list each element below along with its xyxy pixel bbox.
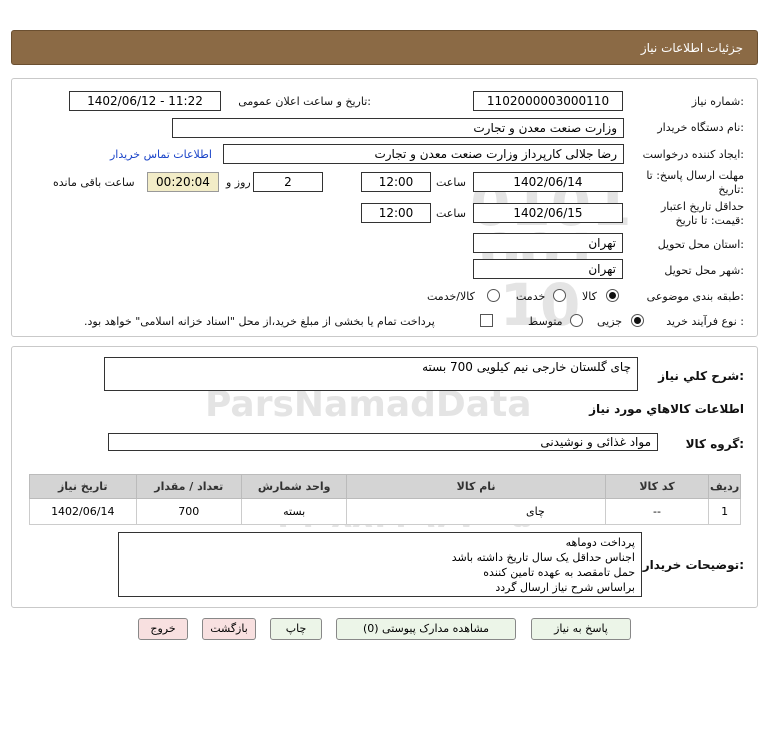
cell-row: 1 xyxy=(708,498,741,525)
items-table-header-row: ردیف کد کالا نام کالا واحد شمارش تعداد /… xyxy=(29,474,741,499)
reply-deadline-label: مهلت ارسال پاسخ: تا تاریخ: xyxy=(646,169,744,196)
category-option-goods: کالا xyxy=(582,290,597,303)
requester-field: رضا جلالی کارپرداز وزارت صنعت معدن و تجا… xyxy=(223,144,624,164)
items-section-title: اطلاعات کالاهاي مورد نياز xyxy=(589,402,744,416)
validity-date-field: 1402/06/15 xyxy=(473,203,623,223)
buyer-contact-link[interactable]: اطلاعات تماس خریدار xyxy=(110,148,212,161)
cell-name: چای xyxy=(346,498,606,525)
category-label: طبقه بندی موضوعی: xyxy=(646,290,744,303)
print-button[interactable]: چاپ xyxy=(270,618,322,640)
col-header-date: تاریخ نیاز xyxy=(29,474,137,499)
cell-date: 1402/06/14 xyxy=(29,498,137,525)
process-radio-medium[interactable] xyxy=(570,314,583,327)
col-header-code: کد کالا xyxy=(604,474,710,499)
validity-label: حداقل تاریخ اعتبار قیمت: تا تاریخ: xyxy=(660,200,744,227)
requester-label: ایجاد کننده درخواست: xyxy=(642,148,744,161)
items-table: ردیف کد کالا نام کالا واحد شمارش تعداد /… xyxy=(29,474,741,525)
buyer-note-line: براساس شرح نیاز ارسال گردد xyxy=(495,581,635,594)
buyer-note-line: پرداخت دوماهه xyxy=(565,536,635,549)
back-button[interactable]: بازگشت xyxy=(202,618,256,640)
validity-time-field: 12:00 xyxy=(361,203,431,223)
process-radio-minor[interactable] xyxy=(631,314,644,327)
announce-label: تاریخ و ساعت اعلان عمومی: xyxy=(238,95,371,108)
exit-button[interactable]: خروج xyxy=(138,618,188,640)
buyer-note-line: حمل تامقصد به عهده تامین کننده xyxy=(483,566,635,579)
treasury-payment-checkbox[interactable] xyxy=(480,314,493,327)
category-radio-goods-service[interactable] xyxy=(487,289,500,302)
summary-label: شرح کلي نياز: xyxy=(658,369,744,383)
buyer-org-label: نام دستگاه خریدار: xyxy=(657,121,744,134)
remaining-time-field: 00:20:04 xyxy=(147,172,219,192)
category-radio-goods[interactable] xyxy=(606,289,619,302)
treasury-payment-note: پرداخت تمام یا بخشی از مبلغ خرید،از محل … xyxy=(84,315,435,328)
summary-field: چای گلستان خارجی نیم کیلویی 700 بسته xyxy=(104,357,638,391)
category-option-goods-service: کالا/خدمت xyxy=(427,290,475,303)
city-field: تهران xyxy=(473,259,623,279)
category-radio-service[interactable] xyxy=(553,289,566,302)
days-label: روز و xyxy=(226,176,251,189)
col-header-name: نام کالا xyxy=(346,474,606,499)
remaining-label: ساعت باقی مانده xyxy=(53,176,135,189)
need-number-field: 1102000003000110 xyxy=(473,91,623,111)
process-label: نوع فرآیند خرید : xyxy=(666,315,744,328)
col-header-qty: تعداد / مقدار xyxy=(135,474,242,499)
cell-code: -- xyxy=(604,498,710,525)
need-number-label: شماره نیاز: xyxy=(691,95,744,108)
group-field: مواد غذائی و نوشیدنی xyxy=(108,433,658,451)
table-row: 1 -- چای بسته 700 1402/06/14 xyxy=(29,498,741,525)
process-option-minor: جزیی xyxy=(597,315,623,328)
buyer-notes-label: توضیحات خریدار: xyxy=(642,558,744,572)
city-label: شهر محل تحویل: xyxy=(664,264,744,277)
reply-time-field: 12:00 xyxy=(361,172,431,192)
province-label: استان محل تحویل: xyxy=(657,238,744,251)
buyer-org-field: وزارت صنعت معدن و تجارت xyxy=(172,118,624,138)
cell-unit: بسته xyxy=(240,498,348,525)
attachments-button[interactable]: مشاهده مدارک پیوستی (0) xyxy=(336,618,516,640)
category-option-service: خدمت xyxy=(516,290,546,303)
reply-time-label: ساعت xyxy=(436,176,466,189)
page-title: جزئیات اطلاعات نیاز xyxy=(640,41,743,55)
col-header-row: ردیف xyxy=(708,474,741,499)
reply-button[interactable]: پاسخ به نیاز xyxy=(531,618,631,640)
reply-date-field: 1402/06/14 xyxy=(473,172,623,192)
cell-qty: 700 xyxy=(135,498,242,525)
announce-datetime-field: 1402/06/12 - 11:22 xyxy=(69,91,221,111)
process-option-medium: متوسط xyxy=(528,315,563,328)
page-header: جزئیات اطلاعات نیاز xyxy=(11,30,758,65)
days-field: 2 xyxy=(253,172,323,192)
group-label: گروه کالا: xyxy=(685,437,744,451)
validity-time-label: ساعت xyxy=(436,207,466,220)
province-field: تهران xyxy=(473,233,623,253)
col-header-unit: واحد شمارش xyxy=(240,474,348,499)
buyer-note-line: اجناس حداقل یک سال تاریخ داشته باشد xyxy=(451,551,635,564)
buyer-notes-field: پرداخت دوماهه اجناس حداقل یک سال تاریخ د… xyxy=(118,532,642,597)
